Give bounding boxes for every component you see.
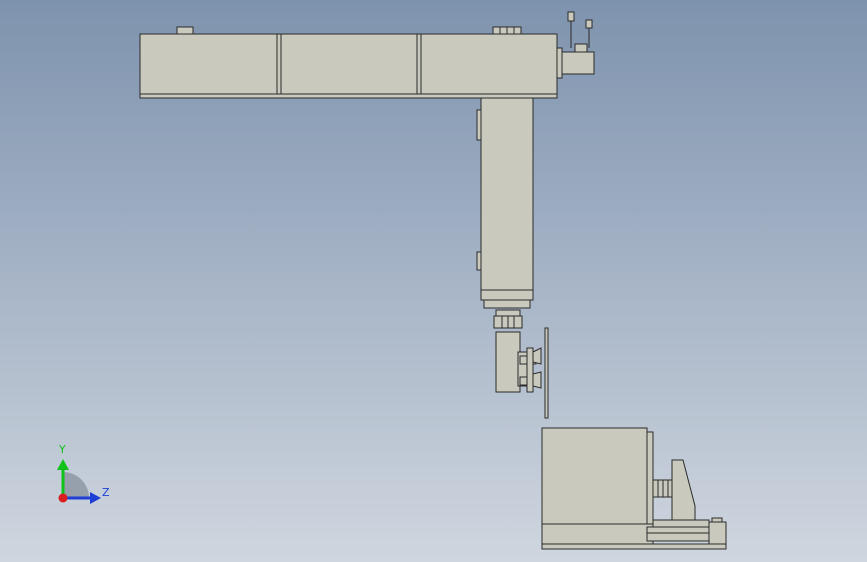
cad-viewport[interactable]: Y Z [0,0,867,562]
model-view[interactable] [0,0,867,562]
x-axis-linear-module[interactable] [139,26,558,99]
triad-x-axis-icon [58,493,68,503]
z-axis-linear-module[interactable] [476,97,534,309]
base-slide-rail[interactable] [646,517,727,545]
rotary-joint[interactable] [493,309,523,329]
triad-y-label: Y [59,443,66,456]
triad-z-label: Z [102,486,110,499]
